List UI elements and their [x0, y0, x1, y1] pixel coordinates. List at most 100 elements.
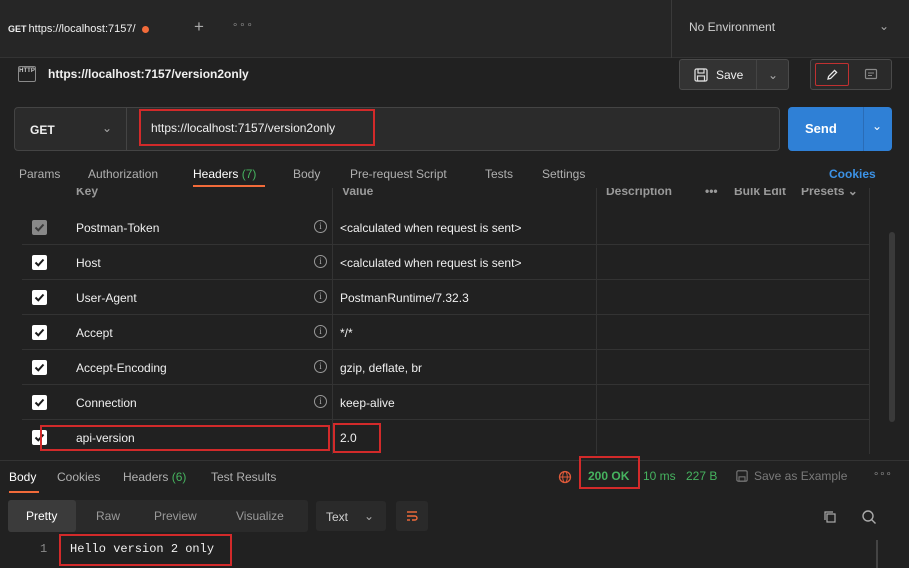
- info-icon[interactable]: i: [314, 290, 327, 303]
- save-button[interactable]: Save ⌄: [679, 59, 789, 90]
- method-select[interactable]: GET ⌄: [15, 108, 127, 150]
- header-key[interactable]: Connection: [76, 396, 137, 410]
- column-divider: [332, 188, 333, 454]
- divider: [863, 107, 864, 151]
- scrollbar[interactable]: [876, 540, 878, 568]
- header-value[interactable]: gzip, deflate, br: [340, 361, 422, 375]
- comment-icon: [864, 68, 878, 79]
- save-icon: [694, 67, 708, 82]
- url-bar: GET ⌄: [14, 107, 780, 151]
- request-title[interactable]: https://localhost:7157/version2only: [48, 67, 249, 81]
- header-checkbox[interactable]: [32, 290, 47, 305]
- header-value[interactable]: keep-alive: [340, 396, 395, 410]
- language-select[interactable]: Text ⌄: [316, 501, 386, 531]
- info-icon[interactable]: i: [314, 360, 327, 373]
- header-checkbox[interactable]: [32, 395, 47, 410]
- tab-method: GET: [8, 24, 27, 34]
- tab-tests[interactable]: Tests: [485, 167, 513, 181]
- tab-body[interactable]: Body: [293, 167, 320, 181]
- tab-headers[interactable]: Headers (7): [193, 167, 256, 181]
- headers-count: (7): [241, 167, 257, 181]
- more-options-icon[interactable]: ∘∘∘: [873, 469, 892, 480]
- send-button[interactable]: Send ⌄: [788, 107, 892, 151]
- header-value[interactable]: <calculated when request is sent>: [340, 256, 521, 270]
- chevron-down-icon: ⌄: [102, 121, 113, 135]
- header-key[interactable]: Accept-Encoding: [76, 361, 167, 375]
- tab-response-headers[interactable]: Headers (6): [123, 470, 186, 484]
- header-row: Accept i */*: [22, 315, 870, 350]
- search-icon[interactable]: [861, 509, 877, 525]
- header-checkbox[interactable]: [32, 325, 47, 340]
- tab-test-results[interactable]: Test Results: [211, 470, 276, 484]
- header-checkbox[interactable]: [32, 255, 47, 270]
- request-tab[interactable]: GET https://localhost:7157/: [4, 10, 182, 48]
- format-visualize[interactable]: Visualize: [236, 509, 284, 523]
- response-time[interactable]: 10 ms: [643, 469, 676, 483]
- unsaved-dot-icon: [141, 25, 149, 33]
- highlight-box: [333, 423, 381, 453]
- tab-pre-request-script[interactable]: Pre-request Script: [350, 167, 447, 181]
- chevron-down-icon[interactable]: ⌄: [768, 68, 778, 82]
- response-headers-count: (6): [171, 470, 187, 484]
- method-label: GET: [30, 123, 55, 137]
- format-preview[interactable]: Preview: [154, 509, 197, 523]
- save-icon: [736, 470, 748, 482]
- format-raw[interactable]: Raw: [96, 509, 120, 523]
- header-checkbox[interactable]: [32, 220, 47, 235]
- chevron-down-icon: ⌄: [364, 509, 375, 523]
- header-row: Host i <calculated when request is sent>: [22, 245, 870, 280]
- active-tab-indicator: [193, 185, 265, 187]
- column-divider: [596, 188, 597, 454]
- request-title-row: HTTP https://localhost:7157/version2only…: [0, 58, 909, 98]
- new-tab-button[interactable]: +: [194, 17, 204, 37]
- comments-button[interactable]: [857, 63, 885, 86]
- active-tab-indicator: [9, 491, 39, 493]
- info-icon[interactable]: i: [314, 325, 327, 338]
- send-label: Send: [805, 121, 837, 136]
- header-key[interactable]: Postman-Token: [76, 221, 159, 235]
- scrollbar[interactable]: [889, 232, 895, 422]
- header-checkbox[interactable]: [32, 360, 47, 375]
- header-value[interactable]: */*: [340, 326, 353, 340]
- tab-params[interactable]: Params: [19, 167, 60, 181]
- language-label: Text: [326, 510, 349, 524]
- tab-bar: GET https://localhost:7157/ + ∘∘∘ No Env…: [0, 0, 909, 58]
- copy-icon[interactable]: [823, 510, 837, 524]
- response-size[interactable]: 227 B: [686, 469, 717, 483]
- globe-icon[interactable]: [558, 470, 572, 484]
- environment-select[interactable]: No Environment ⌄: [671, 0, 909, 58]
- info-icon[interactable]: i: [314, 255, 327, 268]
- header-value[interactable]: <calculated when request is sent>: [340, 221, 521, 235]
- chevron-down-icon[interactable]: ⌄: [872, 119, 882, 133]
- cookies-link[interactable]: Cookies: [829, 167, 876, 181]
- info-icon[interactable]: i: [314, 395, 327, 408]
- header-key[interactable]: Host: [76, 256, 101, 270]
- tab-response-body[interactable]: Body: [9, 470, 36, 484]
- save-as-example-button[interactable]: Save as Example: [736, 469, 847, 483]
- check-icon: [34, 223, 45, 232]
- header-key[interactable]: Accept: [76, 326, 113, 340]
- pencil-icon: [827, 68, 838, 80]
- environment-label: No Environment: [689, 20, 776, 34]
- tab-authorization[interactable]: Authorization: [88, 167, 158, 181]
- more-tabs-icon[interactable]: ∘∘∘: [232, 20, 254, 31]
- check-icon: [34, 293, 45, 302]
- divider: [756, 60, 757, 89]
- tab-settings[interactable]: Settings: [542, 167, 585, 181]
- chevron-down-icon: ⌄: [878, 19, 889, 33]
- header-value[interactable]: PostmanRuntime/7.32.3: [340, 291, 469, 305]
- save-label: Save: [716, 67, 744, 82]
- check-icon: [34, 258, 45, 267]
- check-icon: [34, 328, 45, 337]
- wrap-lines-button[interactable]: [396, 501, 428, 531]
- headers-table: Postman-Token i <calculated when request…: [22, 188, 870, 454]
- line-number: 1: [40, 542, 48, 556]
- url-input[interactable]: [139, 109, 375, 146]
- tab-response-cookies[interactable]: Cookies: [57, 470, 100, 484]
- edit-button[interactable]: [815, 63, 849, 86]
- format-pretty[interactable]: Pretty: [26, 509, 57, 523]
- header-key[interactable]: User-Agent: [76, 291, 137, 305]
- format-group: Pretty Raw Preview Visualize: [8, 500, 308, 532]
- status-badge[interactable]: 200 OK: [588, 469, 629, 483]
- info-icon[interactable]: i: [314, 220, 327, 233]
